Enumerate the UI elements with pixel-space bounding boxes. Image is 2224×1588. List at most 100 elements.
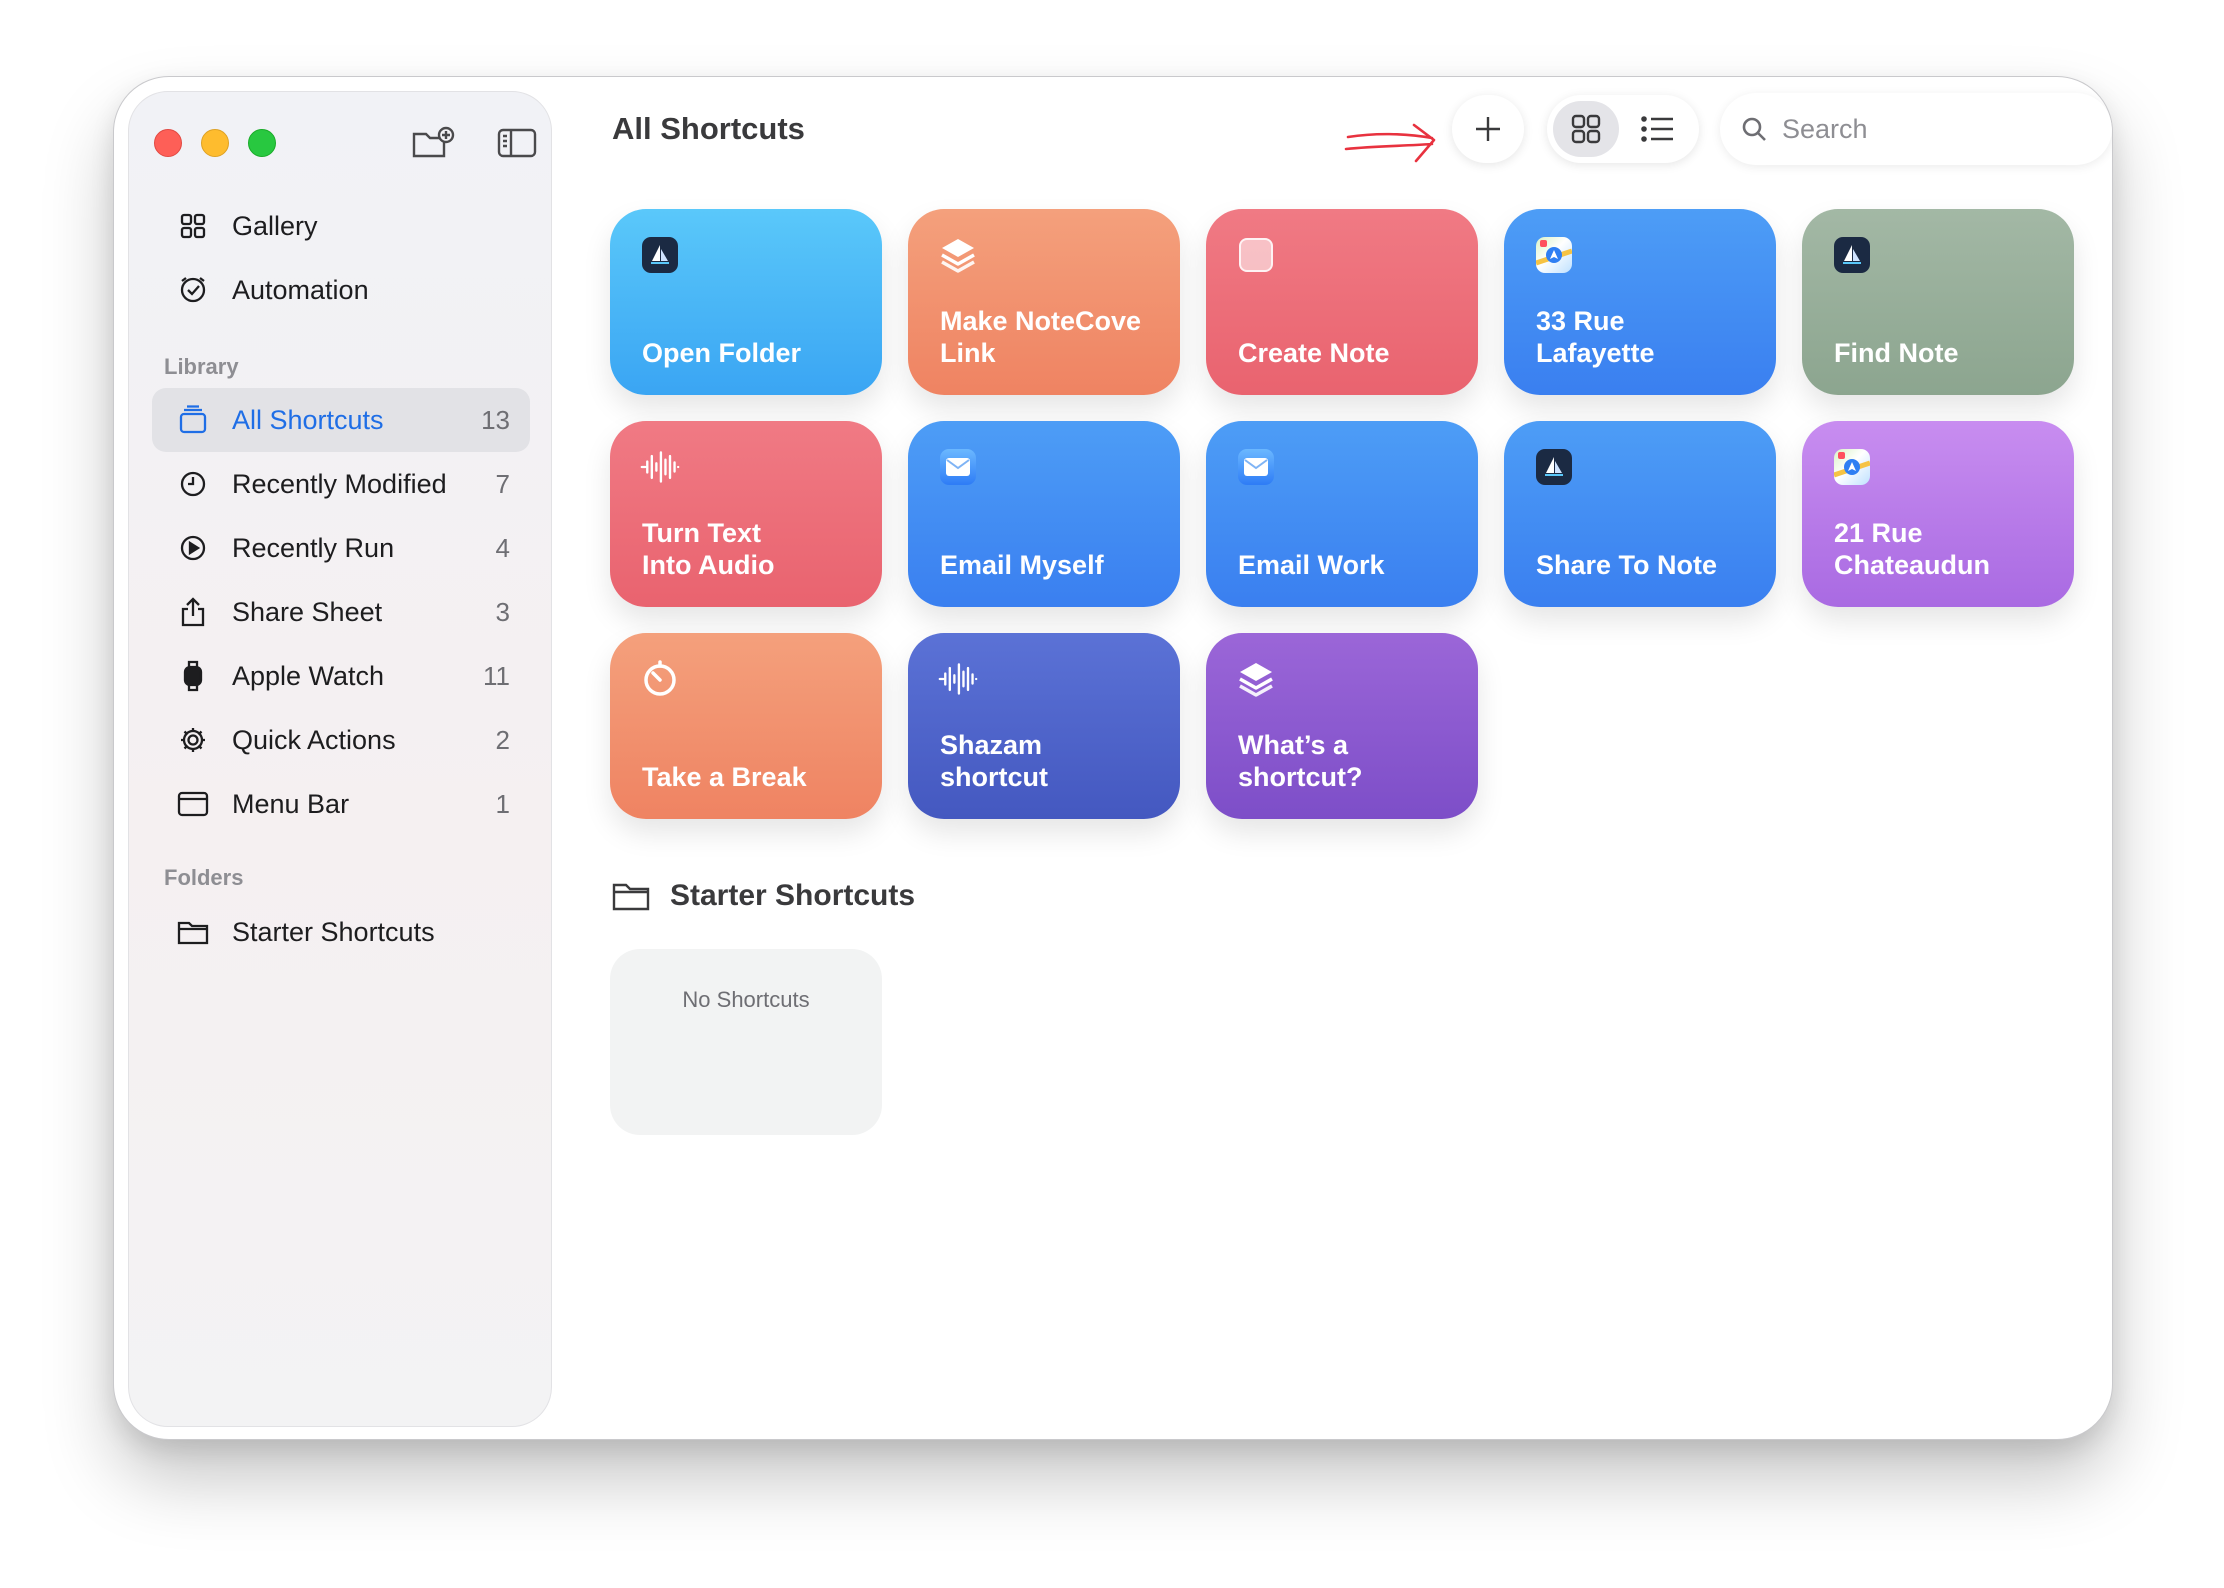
empty-folder-text: No Shortcuts (682, 987, 810, 1012)
sidebar-item-apple-watch[interactable]: Apple Watch 11 (152, 644, 530, 708)
sidebar-item-count: 13 (481, 404, 510, 435)
annotation-arrow-icon (1344, 123, 1436, 163)
shortcut-tile[interactable]: Turn Text Into Audio (610, 421, 882, 607)
folder-section-title: Starter Shortcuts (670, 879, 916, 912)
grid-view-icon (1571, 114, 1601, 144)
mail-app-icon (1236, 447, 1276, 487)
layers-icon (1236, 659, 1276, 699)
shortcut-tile[interactable]: Shazam shortcut (908, 633, 1180, 819)
watch-icon (176, 659, 210, 693)
mail-app-icon (938, 447, 978, 487)
sidebar-item-label: Apple Watch (232, 660, 385, 691)
search-input[interactable] (1782, 113, 2082, 145)
sidebar-item-recently-modified[interactable]: Recently Modified 7 (152, 452, 530, 516)
sidebar-item-label: Recently Run (232, 532, 395, 563)
sailboat-app-icon (1534, 447, 1574, 487)
sidebar-item-label: Menu Bar (232, 788, 350, 819)
shortcut-tile[interactable]: 21 Rue Chateaudun (1802, 421, 2074, 607)
shortcut-tile-label: What’s a shortcut? (1238, 730, 1363, 792)
sidebar: Gallery Automation Library All Shortcuts… (128, 91, 552, 1427)
sidebar-item-share-sheet[interactable]: Share Sheet 3 (152, 580, 530, 644)
sailboat-app-icon (640, 235, 680, 275)
sidebar-left-icon (497, 128, 537, 158)
sidebar-item-menu-bar[interactable]: Menu Bar 1 (152, 772, 530, 836)
add-shortcut-button[interactable] (1452, 95, 1524, 163)
close-button[interactable] (154, 129, 182, 157)
shortcut-tile-label: Share To Note (1536, 550, 1718, 580)
page-title: All Shortcuts (612, 111, 805, 146)
stack-icon (176, 403, 210, 437)
shortcut-tile-label: Turn Text Into Audio (642, 518, 775, 580)
shortcut-tile-label: Email Work (1238, 550, 1385, 580)
folder-icon (612, 883, 650, 911)
empty-folder-card: No Shortcuts (610, 949, 882, 1135)
shortcut-tile[interactable]: Take a Break (610, 633, 882, 819)
folders-section-label: Folders (164, 865, 244, 890)
sidebar-item-label: Recently Modified (232, 468, 447, 499)
sidebar-item-count: 4 (495, 532, 510, 563)
sidebar-item-recently-run[interactable]: Recently Run 4 (152, 516, 530, 580)
gallery-grid-icon (176, 209, 210, 243)
folder-icon (176, 915, 210, 949)
shortcut-tile-label: Create Note (1238, 338, 1390, 368)
sidebar-item-count: 7 (495, 468, 510, 499)
plus-icon (1476, 117, 1500, 141)
share-icon (176, 595, 210, 629)
sidebar-item-gallery[interactable]: Gallery (152, 194, 530, 258)
sidebar-item-label: Share Sheet (232, 596, 383, 627)
shortcut-tile[interactable]: What’s a shortcut? (1206, 633, 1478, 819)
clock-icon (176, 467, 210, 501)
new-folder-button[interactable] (411, 124, 455, 162)
shortcut-tile-label: 33 Rue Lafayette (1536, 306, 1655, 368)
view-mode-segmented-control (1547, 95, 1699, 163)
folder-section-heading[interactable]: Starter Shortcuts (612, 879, 915, 913)
maps-app-icon (1832, 447, 1872, 487)
shortcut-tile[interactable]: Open Folder (610, 209, 882, 395)
waveform-icon (938, 659, 978, 699)
shortcut-tile[interactable]: Share To Note (1504, 421, 1776, 607)
zoom-button[interactable] (248, 129, 276, 157)
shortcut-tile-label: Make NoteCove Link (940, 306, 1142, 368)
sidebar-item-count: 11 (483, 660, 510, 691)
shortcut-tile[interactable]: 33 Rue Lafayette (1504, 209, 1776, 395)
gear-icon (176, 723, 210, 757)
shortcut-tile-label: Shazam shortcut (940, 730, 1048, 792)
waveform-icon (640, 447, 680, 487)
grid-view-button[interactable] (1553, 101, 1619, 157)
shortcut-tile-label: Email Myself (940, 550, 1104, 580)
sidebar-item-label: Gallery (232, 210, 318, 241)
sidebar-item-automation[interactable]: Automation (152, 258, 530, 322)
sailboat-app-icon (1832, 235, 1872, 275)
sidebar-item-label: Starter Shortcuts (232, 916, 435, 947)
shortcut-tile[interactable]: Email Work (1206, 421, 1478, 607)
menu-bar-icon (176, 787, 210, 821)
layers-icon (938, 235, 978, 275)
play-circle-icon (176, 531, 210, 565)
shortcut-tile[interactable]: Find Note (1802, 209, 2074, 395)
sidebar-item-all-shortcuts[interactable]: All Shortcuts 13 (152, 388, 530, 452)
shortcut-tile[interactable]: Create Note (1206, 209, 1478, 395)
automation-clock-icon (176, 273, 210, 307)
shortcut-tile-label: Find Note (1834, 338, 1959, 368)
minimize-button[interactable] (201, 129, 229, 157)
list-view-button[interactable] (1625, 101, 1691, 157)
shortcut-tile[interactable]: Email Myself (908, 421, 1180, 607)
sidebar-item-count: 3 (495, 596, 510, 627)
shortcut-tile[interactable]: Make NoteCove Link (908, 209, 1180, 395)
search-field[interactable] (1720, 93, 2112, 165)
sidebar-item-label: All Shortcuts (232, 404, 384, 435)
toggle-sidebar-button[interactable] (495, 124, 539, 162)
sidebar-item-label: Automation (232, 274, 369, 305)
notes-app-icon (1236, 235, 1276, 275)
shortcuts-window: Gallery Automation Library All Shortcuts… (113, 76, 2113, 1440)
sidebar-item-quick-actions[interactable]: Quick Actions 2 (152, 708, 530, 772)
shortcut-tile-label: Take a Break (642, 762, 807, 792)
search-icon (1742, 117, 1766, 141)
library-section-label: Library (164, 354, 239, 379)
sidebar-item-count: 2 (495, 724, 510, 755)
sidebar-item-count: 1 (495, 788, 510, 819)
timer-icon (640, 659, 680, 699)
folder-badge-plus-icon (412, 126, 455, 158)
sidebar-item-starter-shortcuts[interactable]: Starter Shortcuts (152, 900, 530, 964)
shortcut-tile-label: Open Folder (642, 338, 802, 368)
